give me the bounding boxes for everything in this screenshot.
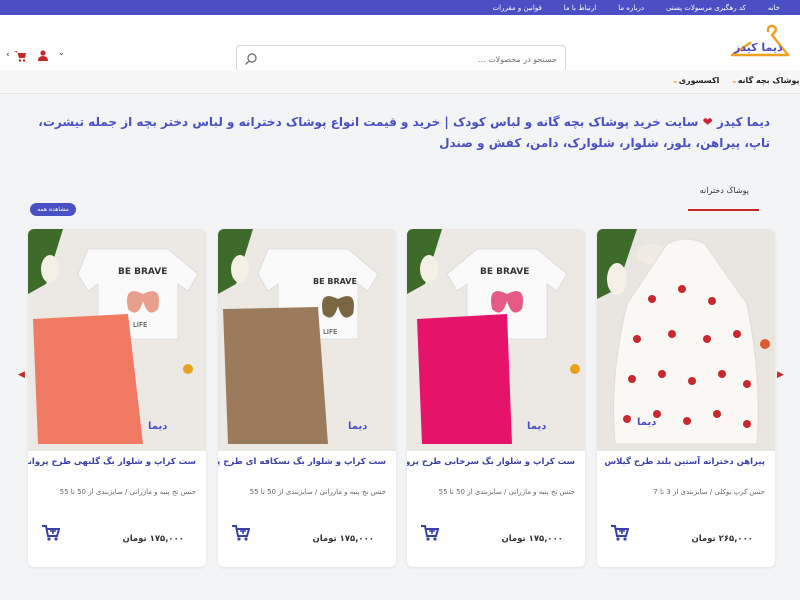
product-price: ۲۶۵,۰۰۰ تومان <box>691 534 753 544</box>
nav-item-label: پوشاک بچه گانه <box>737 76 800 85</box>
product-image-brown-set: BE BRAVE LIFE دیما <box>218 229 396 451</box>
svg-text:دیما: دیما <box>637 417 656 428</box>
product-card[interactable]: BE BRAVE LIFE دیما ست کراپ و شلوار بگ گل… <box>28 229 206 567</box>
product-price: ۱۷۵,۰۰۰ تومان <box>122 534 184 544</box>
product-name[interactable]: ست کراپ و شلوار بگ گلبهی طرح پروانه <box>28 457 196 467</box>
product-name[interactable]: ست کراپ و شلوار بگ سرخابی طرح پروانه <box>407 457 575 467</box>
see-all-button[interactable]: مشاهده همه <box>30 203 76 216</box>
product-image-cherry-dress: دیما <box>597 229 775 451</box>
search-input[interactable] <box>267 51 557 67</box>
price-currency: تومان <box>501 534 526 544</box>
svg-text:BE BRAVE: BE BRAVE <box>480 267 529 277</box>
nav-item-label: اکسسوری <box>678 76 720 85</box>
page-headline: دیما کیدز ❤ سایت خرید پوشاک بچه گانه و ل… <box>30 112 770 154</box>
svg-text:BE BRAVE: BE BRAVE <box>313 277 357 286</box>
top-link-rules[interactable]: قوانین و مقررات <box>493 4 542 12</box>
headline-brand: دیما کیدز <box>716 115 770 129</box>
chevron-down-icon: ⌄ <box>672 76 679 85</box>
product-card[interactable]: BE BRAVE LIFE دیما ست کراپ و شلوار بگ نس… <box>218 229 396 567</box>
product-price: ۱۷۵,۰۰۰ تومان <box>312 534 374 544</box>
product-name[interactable]: پیراهن دخترانه آستین بلند طرح گیلاس <box>604 457 765 467</box>
product-name[interactable]: ست کراپ و شلوار بگ نسکافه ای طرح پروانه <box>218 457 386 467</box>
heart-icon: ❤ <box>702 115 713 129</box>
product-card[interactable]: BE BRAVE دیما ست کراپ و شلوار بگ سرخابی … <box>407 229 585 567</box>
price-value: ۱۷۵,۰۰۰ <box>339 534 374 544</box>
product-description: جنس نخ پنبه و مازراتی / سایزبندی از 50 ت… <box>59 488 196 496</box>
svg-text:دیما: دیما <box>527 421 546 432</box>
main-nav: ⌄پوشاک بچه گانه ⌄اکسسوری <box>0 70 800 94</box>
price-value: ۱۷۵,۰۰۰ <box>149 534 184 544</box>
price-currency: تومان <box>122 534 147 544</box>
add-to-cart-icon[interactable] <box>232 525 250 541</box>
product-card[interactable]: دیما پیراهن دخترانه آستین بلند طرح گیلاس… <box>597 229 775 567</box>
search-icon[interactable] <box>244 52 258 66</box>
product-description: جنس نخ پنبه و مازراتی / سایزبندی از 50 ت… <box>438 488 575 496</box>
top-bar: خانه کد رهگیری مرسولات پستی درباره ما ار… <box>0 0 800 15</box>
add-to-cart-icon[interactable] <box>42 525 60 541</box>
product-image-coral-set: BE BRAVE LIFE دیما <box>28 229 206 451</box>
top-link-contact[interactable]: ارتباط با ما <box>564 4 596 12</box>
headline-text: سایت خرید پوشاک بچه گانه و لباس کودک | خ… <box>38 115 770 150</box>
product-description: جنس کرپ بوکلی / سایزبندی از 3 تا 7 <box>653 488 765 496</box>
add-to-cart-icon[interactable] <box>611 525 629 541</box>
slider-prev-icon[interactable]: ◀ <box>18 370 25 380</box>
nav-item-kids-clothing[interactable]: ⌄پوشاک بچه گانه <box>728 76 800 85</box>
header-icons: ‹ ⌄ <box>6 48 68 64</box>
chevron-down-icon[interactable]: ⌄ <box>58 48 65 57</box>
svg-text:LIFE: LIFE <box>323 328 337 336</box>
svg-text:دیما: دیما <box>348 421 367 432</box>
nav-item-accessories[interactable]: ⌄اکسسوری <box>669 76 719 85</box>
svg-text:دیما: دیما <box>148 421 167 432</box>
logo[interactable]: دیما کیدز <box>728 23 790 65</box>
price-currency: تومان <box>691 534 716 544</box>
top-links: خانه کد رهگیری مرسولات پستی درباره ما ار… <box>493 0 780 15</box>
top-link-home[interactable]: خانه <box>768 4 780 12</box>
logo-text: دیما کیدز <box>734 41 783 54</box>
top-link-about[interactable]: درباره ما <box>618 4 644 12</box>
tab-girls-clothing[interactable]: پوشاک دخترانه <box>688 183 759 211</box>
product-price: ۱۷۵,۰۰۰ تومان <box>501 534 563 544</box>
product-description: جنس نخ پنبه و مازراتی / سایزبندی از 50 ت… <box>249 488 386 496</box>
price-currency: تومان <box>312 534 337 544</box>
chevron-left-icon[interactable]: ‹ <box>6 50 10 60</box>
top-link-tracking[interactable]: کد رهگیری مرسولات پستی <box>666 4 746 12</box>
svg-text:BE BRAVE: BE BRAVE <box>118 267 167 277</box>
tab-label: پوشاک دخترانه <box>699 186 749 195</box>
svg-text:LIFE: LIFE <box>133 321 147 329</box>
search-box <box>236 45 566 72</box>
price-value: ۱۷۵,۰۰۰ <box>528 534 563 544</box>
price-value: ۲۶۵,۰۰۰ <box>718 534 753 544</box>
chevron-down-icon: ⌄ <box>731 76 738 85</box>
cart-icon[interactable] <box>14 50 27 62</box>
site-header: دیما کیدز ‹ ⌄ <box>0 15 800 72</box>
slider-next-icon[interactable]: ▶ <box>777 370 784 380</box>
product-image-magenta-set: BE BRAVE دیما <box>407 229 585 451</box>
user-icon[interactable] <box>38 50 48 61</box>
add-to-cart-icon[interactable] <box>421 525 439 541</box>
